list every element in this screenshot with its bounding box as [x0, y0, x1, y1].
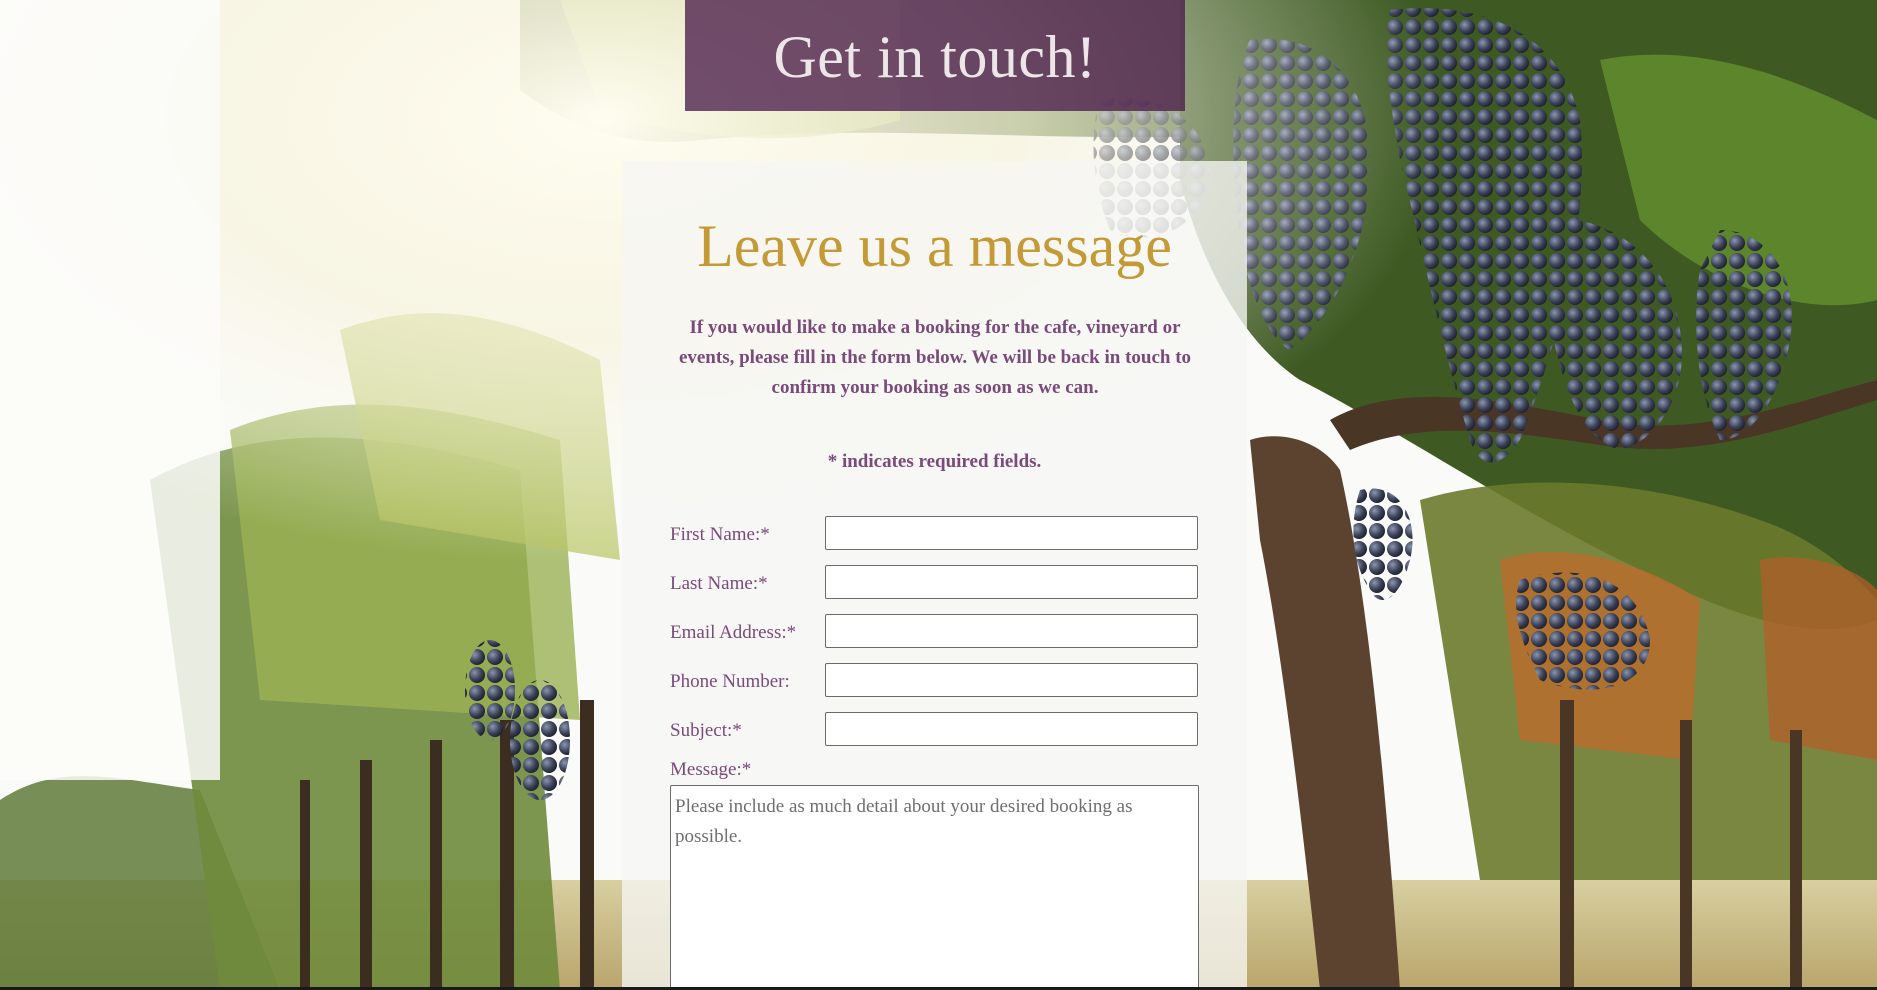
last-name-label: Last Name:*	[670, 573, 768, 594]
page-title: Get in touch!	[773, 24, 1097, 90]
form-title: Leave us a message	[697, 213, 1172, 279]
email-label: Email Address:*	[670, 622, 797, 643]
first-name-label: First Name:*	[670, 524, 770, 545]
subject-input[interactable]	[825, 712, 1198, 746]
phone-label: Phone Number:	[670, 671, 790, 692]
header-banner: Get in touch!	[685, 0, 1185, 111]
first-name-input[interactable]	[825, 516, 1198, 550]
required-fields-note: * indicates required fields.	[827, 451, 1042, 472]
message-label: Message:*	[670, 759, 752, 780]
subject-label: Subject:*	[670, 720, 742, 741]
form-intro-text: If you would like to make a booking for …	[678, 317, 1192, 398]
contact-page: Get in touch! Leave us a message If you …	[0, 0, 1877, 990]
email-input[interactable]	[825, 614, 1198, 648]
message-textarea[interactable]	[670, 785, 1199, 990]
last-name-input[interactable]	[825, 565, 1198, 599]
contact-form-panel: Leave us a message If you would like to …	[622, 161, 1247, 990]
phone-input[interactable]	[825, 663, 1198, 697]
